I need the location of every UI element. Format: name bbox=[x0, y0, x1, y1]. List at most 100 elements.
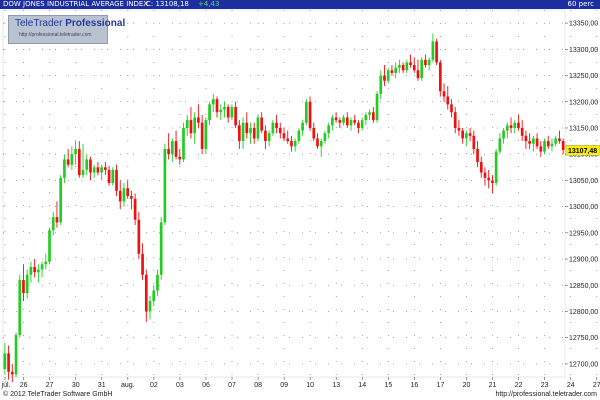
candle-body bbox=[401, 65, 405, 71]
candle-body bbox=[271, 122, 275, 134]
candle-body bbox=[505, 125, 509, 131]
candle-body bbox=[104, 167, 107, 170]
x-tick-label: 07 bbox=[228, 382, 236, 389]
last-price-label: 13107,48 bbox=[568, 148, 597, 155]
candle-body bbox=[450, 104, 453, 113]
candle-body bbox=[48, 230, 51, 262]
candle-body bbox=[524, 135, 528, 142]
candle-body bbox=[371, 112, 375, 121]
candle-body bbox=[89, 159, 92, 173]
candle-body bbox=[249, 127, 252, 134]
candle-body bbox=[264, 130, 267, 142]
candle-body bbox=[472, 135, 476, 149]
candle-body bbox=[133, 198, 137, 220]
candle-body bbox=[163, 148, 167, 223]
candle-body bbox=[390, 70, 394, 73]
candle-body bbox=[349, 120, 353, 126]
candle-body bbox=[331, 117, 334, 126]
chart-footer: © 2012 TeleTrader Software GmbH http://p… bbox=[0, 390, 600, 400]
candle-body bbox=[156, 274, 159, 291]
candle-body bbox=[219, 109, 223, 113]
candle-body bbox=[252, 127, 256, 139]
candle-body bbox=[438, 62, 442, 92]
candle-body bbox=[275, 122, 278, 128]
candle-body bbox=[182, 127, 185, 160]
candle-body bbox=[517, 122, 520, 128]
y-tick-label: 13200,00 bbox=[569, 99, 598, 106]
candle-body bbox=[338, 120, 342, 123]
candle-body bbox=[66, 159, 70, 165]
candle-body bbox=[126, 188, 130, 197]
candle-body bbox=[193, 117, 197, 134]
candle-body bbox=[487, 177, 491, 181]
candle-body bbox=[319, 141, 323, 147]
x-tick-label: 31 bbox=[98, 382, 106, 389]
teletrader-logo: TeleTrader Professional http://professio… bbox=[8, 15, 125, 44]
candle-body bbox=[297, 130, 301, 142]
candle-body bbox=[260, 117, 264, 131]
candle-body bbox=[33, 266, 36, 273]
copyright-text: © 2012 TeleTrader Software GmbH bbox=[3, 391, 113, 398]
x-tick-label: 22 bbox=[515, 382, 523, 389]
candle-body bbox=[293, 141, 297, 147]
x-tick-label: 08 bbox=[254, 382, 262, 389]
candle-body bbox=[204, 120, 208, 149]
candle-body bbox=[267, 133, 271, 142]
x-tick-label: júl. bbox=[1, 382, 11, 389]
x-tick-label: 21 bbox=[489, 382, 497, 389]
candle-body bbox=[159, 222, 163, 275]
candle-body bbox=[144, 274, 148, 312]
candle-body bbox=[353, 120, 357, 123]
candle-body bbox=[130, 196, 133, 199]
logo-url: http://professional.teletrader.com bbox=[19, 32, 92, 38]
y-tick-label: 12800,00 bbox=[569, 309, 598, 316]
candle-body bbox=[167, 148, 170, 155]
candle-body bbox=[37, 269, 40, 273]
candle-body bbox=[278, 127, 282, 134]
candle-body bbox=[468, 133, 472, 136]
candle-body bbox=[383, 75, 386, 81]
candle-body bbox=[520, 127, 524, 136]
candle-body bbox=[431, 41, 435, 60]
candle-body bbox=[74, 148, 77, 155]
candle-body bbox=[494, 151, 498, 184]
candle-body bbox=[558, 138, 561, 142]
x-tick-label: 02 bbox=[150, 382, 158, 389]
candle-body bbox=[483, 172, 487, 178]
candle-body bbox=[554, 138, 558, 144]
candle-body bbox=[226, 106, 230, 118]
candle-body bbox=[148, 300, 152, 312]
candle-body bbox=[420, 59, 424, 79]
candle-body bbox=[118, 190, 122, 202]
candle-body bbox=[561, 141, 565, 150]
candle-body bbox=[174, 141, 178, 157]
candle-body bbox=[18, 280, 22, 336]
x-tick-label: 17 bbox=[437, 382, 445, 389]
x-tick-label: 03 bbox=[176, 382, 184, 389]
candle-body bbox=[479, 162, 483, 173]
y-tick-label: 13000,00 bbox=[569, 204, 598, 211]
candle-body bbox=[550, 143, 554, 147]
x-tick-label: 16 bbox=[411, 382, 419, 389]
candle-body bbox=[539, 146, 543, 152]
x-tick-label: aug. bbox=[121, 382, 135, 389]
y-tick-label: 13350,00 bbox=[569, 21, 598, 28]
y-tick-label: 13300,00 bbox=[569, 47, 598, 54]
candle-body bbox=[301, 122, 304, 131]
candle-body bbox=[394, 67, 397, 73]
x-tick-label: 10 bbox=[306, 382, 314, 389]
candle-body bbox=[513, 122, 517, 128]
y-tick-label: 12850,00 bbox=[569, 283, 598, 290]
candle-body bbox=[316, 138, 319, 147]
x-tick-label: 27 bbox=[46, 382, 54, 389]
candle-body bbox=[342, 117, 345, 123]
candle-body bbox=[7, 353, 10, 372]
candle-body bbox=[535, 138, 539, 147]
candle-body bbox=[409, 62, 412, 66]
candle-body bbox=[237, 125, 241, 142]
candle-body bbox=[96, 167, 100, 173]
candle-body bbox=[379, 75, 383, 94]
candle-body bbox=[223, 106, 226, 110]
candle-body bbox=[312, 127, 316, 139]
candlestick-chart[interactable]: 12700,00 12750,00 12800,00 12850,00 12900,00… bbox=[0, 0, 600, 400]
